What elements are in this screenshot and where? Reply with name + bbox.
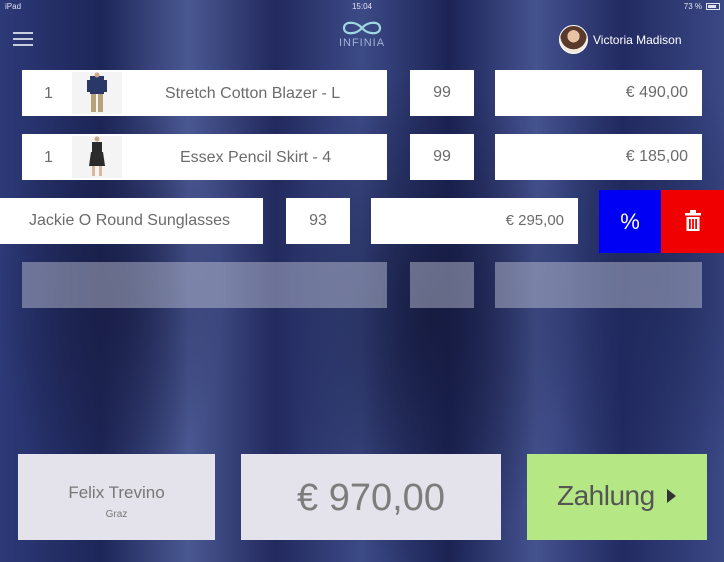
battery-percent: 73 % <box>683 2 702 11</box>
item-price-cell[interactable]: € 295,00 <box>371 198 578 244</box>
item-quantity: 1 <box>44 85 53 102</box>
empty-row-item-cell <box>22 262 387 308</box>
item-price-cell[interactable]: € 490,00 <box>495 70 702 116</box>
item-price: € 490,00 <box>625 84 688 101</box>
cart-row-item-cell[interactable]: 1 Stretch Cotton Blazer - L <box>22 70 387 116</box>
item-quantity: 1 <box>44 149 53 166</box>
item-code: 99 <box>433 148 451 165</box>
total-amount: € 970,00 <box>297 477 445 519</box>
customer-name: Felix Trevino <box>68 483 165 502</box>
item-price: € 295,00 <box>505 212 564 229</box>
total-box: € 970,00 <box>241 454 501 540</box>
item-code-cell[interactable]: 99 <box>410 134 474 180</box>
battery-icon <box>706 3 720 10</box>
menu-icon[interactable] <box>13 30 33 47</box>
empty-row-price-cell <box>495 262 702 308</box>
item-code-cell[interactable]: 99 <box>410 70 474 116</box>
app-logo: INFINIA <box>330 20 394 49</box>
avatar <box>559 25 588 54</box>
blazer-product-image <box>72 72 122 114</box>
logo-text: INFINIA <box>338 37 386 49</box>
item-code-cell[interactable]: 93 <box>286 198 350 244</box>
status-bar: iPad 15:04 73 % <box>0 0 724 14</box>
skirt-product-image <box>72 136 122 178</box>
discount-button[interactable]: % <box>599 190 661 253</box>
cart-row-item-cell[interactable]: Jackie O Round Sunglasses <box>0 198 263 244</box>
trash-icon <box>685 210 701 231</box>
cart-row-item-cell[interactable]: 1 Essex Pencil Skirt - 4 <box>22 134 387 180</box>
customer-box[interactable]: Felix Trevino Graz <box>18 454 215 540</box>
empty-row-code-cell <box>410 262 474 308</box>
item-price: € 185,00 <box>625 148 688 165</box>
item-name: Stretch Cotton Blazer - L <box>165 85 341 102</box>
delete-button[interactable] <box>661 190 724 253</box>
customer-city: Graz <box>105 509 128 520</box>
item-name: Jackie O Round Sunglasses <box>29 212 230 229</box>
play-arrow-icon <box>667 489 676 503</box>
item-code: 93 <box>309 212 327 229</box>
item-price-cell[interactable]: € 185,00 <box>495 134 702 180</box>
item-name: Essex Pencil Skirt - 4 <box>180 149 332 166</box>
item-code: 99 <box>433 84 451 101</box>
pay-button[interactable]: Zahlung <box>527 454 707 540</box>
pay-label: Zahlung <box>557 480 655 511</box>
infinity-icon <box>342 21 382 35</box>
status-time: 15:04 <box>351 2 373 11</box>
user-name: Victoria Madison <box>593 33 682 47</box>
